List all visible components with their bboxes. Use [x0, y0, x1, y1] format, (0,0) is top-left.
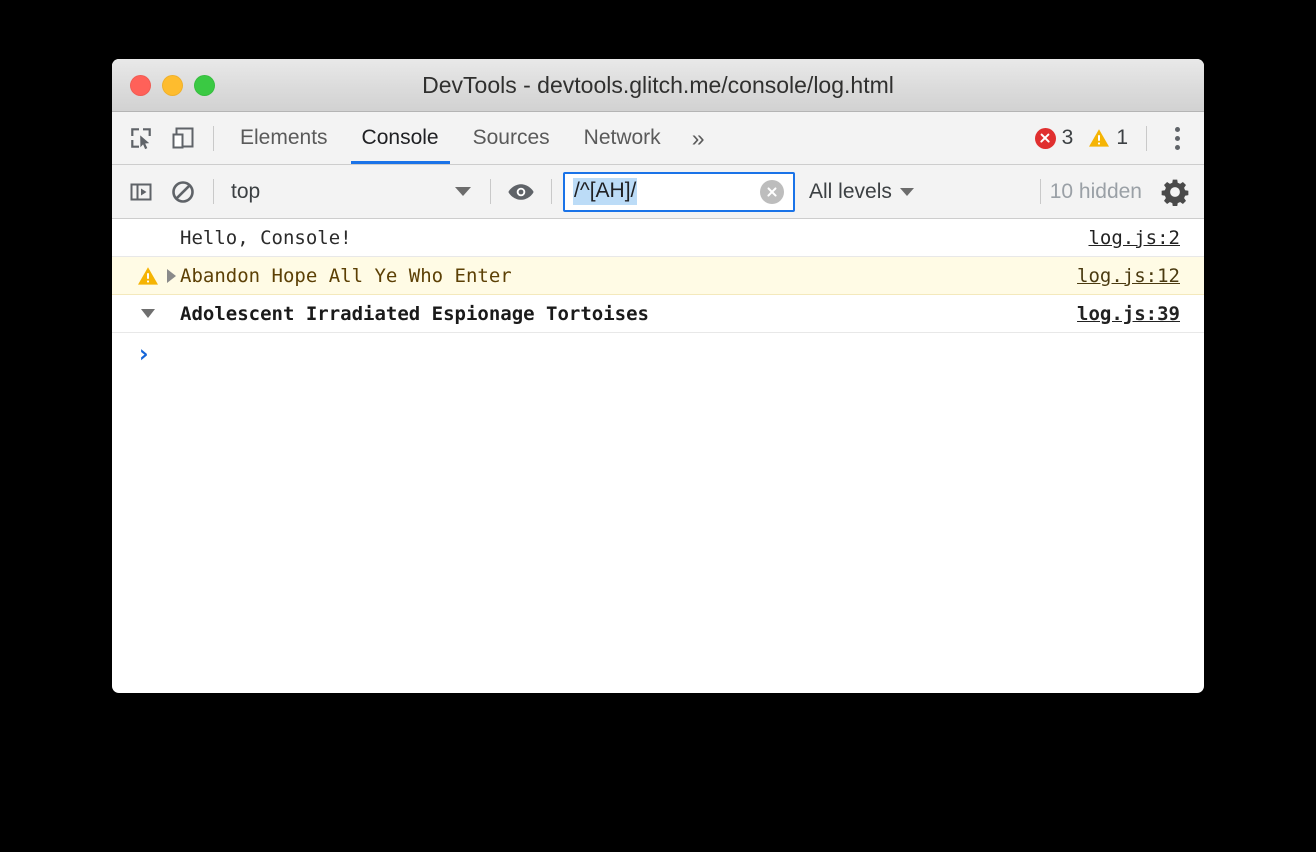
console-message-source-link[interactable]: log.js:2: [1088, 227, 1180, 249]
warning-icon: [1088, 128, 1110, 148]
tab-sources[interactable]: Sources: [456, 112, 567, 164]
triangle-right-icon: [166, 268, 176, 283]
tab-elements-label: Elements: [240, 126, 328, 149]
error-count: 3: [1061, 126, 1074, 149]
toolbar-divider: [213, 125, 214, 151]
kebab-dot: [1174, 126, 1180, 132]
kebab-dot: [1174, 144, 1180, 150]
tab-sources-label: Sources: [472, 126, 550, 149]
console-prompt[interactable]: ›: [112, 333, 1204, 373]
tab-network-label: Network: [583, 126, 661, 149]
console-message-text: Abandon Hope All Ye Who Enter: [180, 264, 512, 287]
filter-input[interactable]: /^[AH]/: [563, 171, 795, 212]
console-toolbar-divider: [1039, 179, 1041, 204]
tab-console-label: Console: [361, 126, 439, 149]
console-filter-toolbar: top /^[AH]/ All levels 10 hidden: [112, 165, 1204, 219]
console-group-title: Adolescent Irradiated Espionage Tortoise…: [180, 302, 649, 325]
vertical-kebab-icon[interactable]: [1156, 117, 1198, 159]
prompt-chevron-icon: ›: [136, 338, 152, 368]
log-level-selector[interactable]: All levels: [809, 180, 914, 204]
chevron-down-icon: [455, 187, 471, 196]
tab-console[interactable]: Console: [345, 112, 456, 164]
chevron-down-icon: [899, 187, 914, 196]
console-message-row[interactable]: Hello, Console! log.js:2: [112, 219, 1204, 257]
settings-gear-icon[interactable]: [1154, 171, 1196, 213]
tabbar-right-group: 3 1: [1034, 117, 1204, 159]
tab-network[interactable]: Network: [567, 112, 678, 164]
console-sidebar-toggle-icon[interactable]: [120, 171, 162, 213]
live-expression-eye-icon[interactable]: [500, 171, 542, 213]
message-level-gutter: [134, 309, 162, 318]
window-title: DevTools - devtools.glitch.me/console/lo…: [422, 72, 894, 98]
issue-counts[interactable]: 3 1: [1034, 126, 1137, 150]
log-level-label: All levels: [809, 179, 892, 203]
warning-triangle-icon: [134, 266, 162, 286]
console-toolbar-divider: [490, 179, 491, 204]
console-message-source-link[interactable]: log.js:39: [1077, 303, 1180, 325]
tabbar-divider: [1146, 125, 1147, 151]
window-titlebar: DevTools - devtools.glitch.me/console/lo…: [112, 59, 1204, 112]
console-message-row[interactable]: Adolescent Irradiated Espionage Tortoise…: [112, 295, 1204, 333]
filter-input-value: /^[AH]/: [573, 178, 638, 205]
devtools-window: DevTools - devtools.glitch.me/console/lo…: [112, 59, 1204, 693]
hidden-messages-count: 10 hidden: [1049, 179, 1142, 203]
execution-context-label: top: [231, 179, 261, 203]
console-toolbar-divider: [213, 179, 214, 204]
console-message-row[interactable]: Abandon Hope All Ye Who Enter log.js:12: [112, 257, 1204, 295]
warning-count: 1: [1116, 126, 1128, 149]
tab-elements[interactable]: Elements: [223, 112, 345, 164]
triangle-down-icon[interactable]: [141, 309, 155, 318]
console-toolbar-right: 10 hidden: [1031, 171, 1204, 213]
execution-context-selector[interactable]: top: [223, 175, 481, 209]
console-toolbar-divider: [551, 179, 552, 204]
clear-filter-icon[interactable]: [760, 179, 784, 204]
inspect-element-icon[interactable]: [120, 117, 162, 159]
devtools-tabbar: Elements Console Sources Network » 3 1: [112, 112, 1204, 165]
expand-message-triangle-icon[interactable]: [162, 268, 180, 283]
error-icon: [1034, 127, 1056, 149]
console-message-list[interactable]: Hello, Console! log.js:2 Abandon Hope Al…: [112, 219, 1204, 639]
console-message-text: Hello, Console!: [180, 226, 352, 249]
chevron-double-right-icon: »: [691, 124, 705, 151]
device-toolbar-icon[interactable]: [162, 117, 204, 159]
console-message-source-link[interactable]: log.js:12: [1077, 265, 1180, 287]
panel-tabs: Elements Console Sources Network »: [223, 112, 718, 164]
more-tabs-button[interactable]: »: [678, 112, 719, 164]
clear-console-icon[interactable]: [162, 171, 204, 213]
kebab-dot: [1174, 135, 1180, 141]
